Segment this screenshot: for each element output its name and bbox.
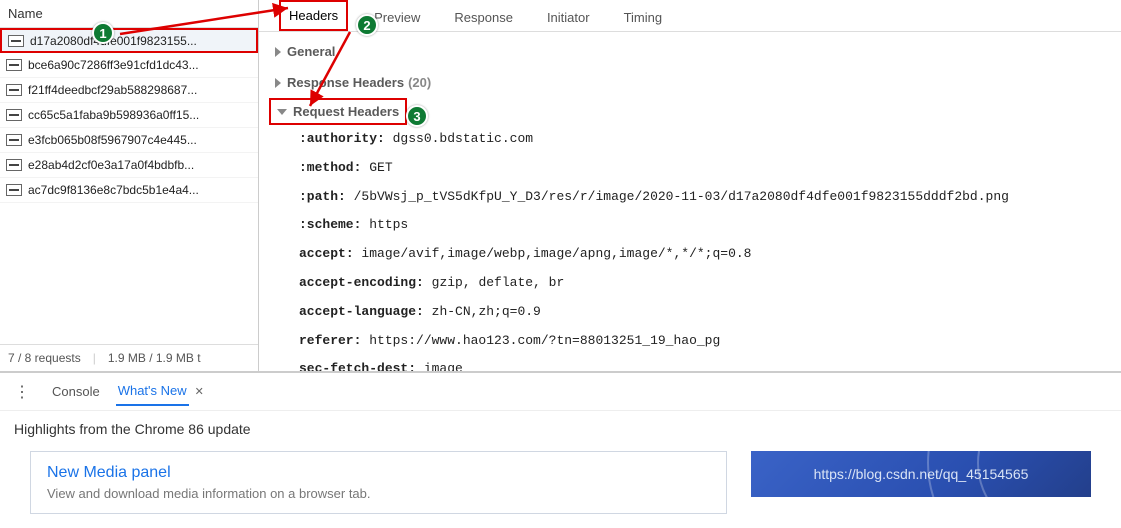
request-row[interactable]: e3fcb065b08f5967907c4e445... [0,128,258,153]
header-key: :scheme [299,217,369,232]
headers-sections: General Response Headers (20) Request He… [259,32,1121,371]
header-key: sec-fetch-dest [299,361,424,371]
header-row: acceptimage/avif,image/webp,image/apng,i… [269,240,1111,269]
request-rows: d17a2080df4dfe001f9823155... bce6a90c728… [0,28,258,344]
tab-headers[interactable]: Headers [279,0,348,31]
feature-card-title: New Media panel [47,464,710,482]
request-name: e3fcb065b08f5967907c4e445... [28,133,197,147]
network-status-bar: 7 / 8 requests | 1.9 MB / 1.9 MB t [0,344,258,371]
tab-preview[interactable]: Preview [366,4,428,31]
request-name: d17a2080df4dfe001f9823155... [30,34,197,48]
header-row: :authoritydgss0.bdstatic.com [269,125,1111,154]
request-name: e28ab4d2cf0e3a17a0f4bdbfb... [28,158,194,172]
header-value: image [424,361,463,371]
image-file-icon [6,159,22,171]
kebab-menu-icon[interactable]: ⋮ [8,382,36,402]
close-icon[interactable]: ✕ [195,385,204,398]
request-row[interactable]: bce6a90c7286ff3e91cfd1dc43... [0,53,258,78]
drawer-tabs: ⋮ Console What's New ✕ [0,373,1121,411]
drawer-body: Highlights from the Chrome 86 update New… [0,411,1121,528]
image-file-icon [6,109,22,121]
image-file-icon [6,59,22,71]
header-row: :methodGET [269,154,1111,183]
header-key: accept-language [299,304,432,319]
header-row: :path/5bVWsj_p_tVS5dKfpU_Y_D3/res/r/imag… [269,183,1111,212]
header-row: refererhttps://www.hao123.com/?tn=880132… [269,327,1111,356]
detail-tabs: Headers Preview Response Initiator Timin… [259,0,1121,32]
request-row[interactable]: ac7dc9f8136e8c7bdc5b1e4a4... [0,178,258,203]
header-key: referer [299,333,369,348]
request-name: ac7dc9f8136e8c7bdc5b1e4a4... [28,183,199,197]
header-key: :authority [299,131,393,146]
tab-whats-new[interactable]: What's New [116,377,189,406]
header-value: https://www.hao123.com/?tn=88013251_19_h… [369,333,720,348]
header-key: accept [299,246,361,261]
section-request-label: Request Headers [293,104,399,119]
response-headers-count: (20) [408,75,431,90]
network-request-list: Name d17a2080df4dfe001f9823155... bce6a9… [0,0,259,371]
request-name: cc65c5a1faba9b598936a0ff15... [28,108,199,122]
request-row-selected[interactable]: d17a2080df4dfe001f9823155... [0,28,258,53]
chevron-down-icon [277,109,287,115]
transfer-size: 1.9 MB / 1.9 MB t [108,351,201,365]
header-row: accept-languagezh-CN,zh;q=0.9 [269,298,1111,327]
header-row: accept-encodinggzip, deflate, br [269,269,1111,298]
status-separator: | [93,351,96,365]
name-column-header[interactable]: Name [0,0,258,28]
devtools-drawer: ⋮ Console What's New ✕ Highlights from t… [0,372,1121,528]
chevron-right-icon [275,78,281,88]
request-name: bce6a90c7286ff3e91cfd1dc43... [28,58,199,72]
request-row[interactable]: cc65c5a1faba9b598936a0ff15... [0,103,258,128]
watermark-text: https://blog.csdn.net/qq_45154565 [814,466,1029,482]
image-file-icon [6,134,22,146]
request-count: 7 / 8 requests [8,351,81,365]
request-row[interactable]: f21ff4deedbcf29ab588298687... [0,78,258,103]
header-key: :path [299,189,354,204]
header-value: https [369,217,408,232]
whats-new-heading: Highlights from the Chrome 86 update [14,421,1107,437]
feature-card-subtitle: View and download media information on a… [47,486,710,501]
tab-timing[interactable]: Timing [616,4,671,31]
tab-initiator[interactable]: Initiator [539,4,598,31]
request-detail-panel: Headers Preview Response Initiator Timin… [259,0,1121,371]
header-value: GET [369,160,392,175]
section-response-label: Response Headers [287,75,404,90]
header-key: accept-encoding [299,275,432,290]
image-file-icon [6,184,22,196]
watermark-banner: https://blog.csdn.net/qq_45154565 [751,451,1091,497]
tab-console[interactable]: Console [50,378,102,405]
feature-card[interactable]: New Media panel View and download media … [30,451,727,514]
header-row: :schemehttps [269,211,1111,240]
header-key: :method [299,160,369,175]
header-value: gzip, deflate, br [432,275,565,290]
header-value: /5bVWsj_p_tVS5dKfpU_Y_D3/res/r/image/202… [354,189,1009,204]
tab-response[interactable]: Response [446,4,521,31]
request-name: f21ff4deedbcf29ab588298687... [28,83,197,97]
chevron-right-icon [275,47,281,57]
section-general[interactable]: General [269,36,1111,67]
section-general-label: General [287,44,335,59]
image-file-icon [6,84,22,96]
section-response-headers[interactable]: Response Headers (20) [269,67,1111,98]
image-file-icon [8,35,24,47]
header-row: sec-fetch-destimage [269,355,1111,371]
request-row[interactable]: e28ab4d2cf0e3a17a0f4bdbfb... [0,153,258,178]
section-request-headers[interactable]: Request Headers [269,98,407,125]
header-value: dgss0.bdstatic.com [393,131,533,146]
header-value: image/avif,image/webp,image/apng,image/*… [361,246,751,261]
header-value: zh-CN,zh;q=0.9 [432,304,541,319]
whats-new-cards: New Media panel View and download media … [14,451,1107,514]
